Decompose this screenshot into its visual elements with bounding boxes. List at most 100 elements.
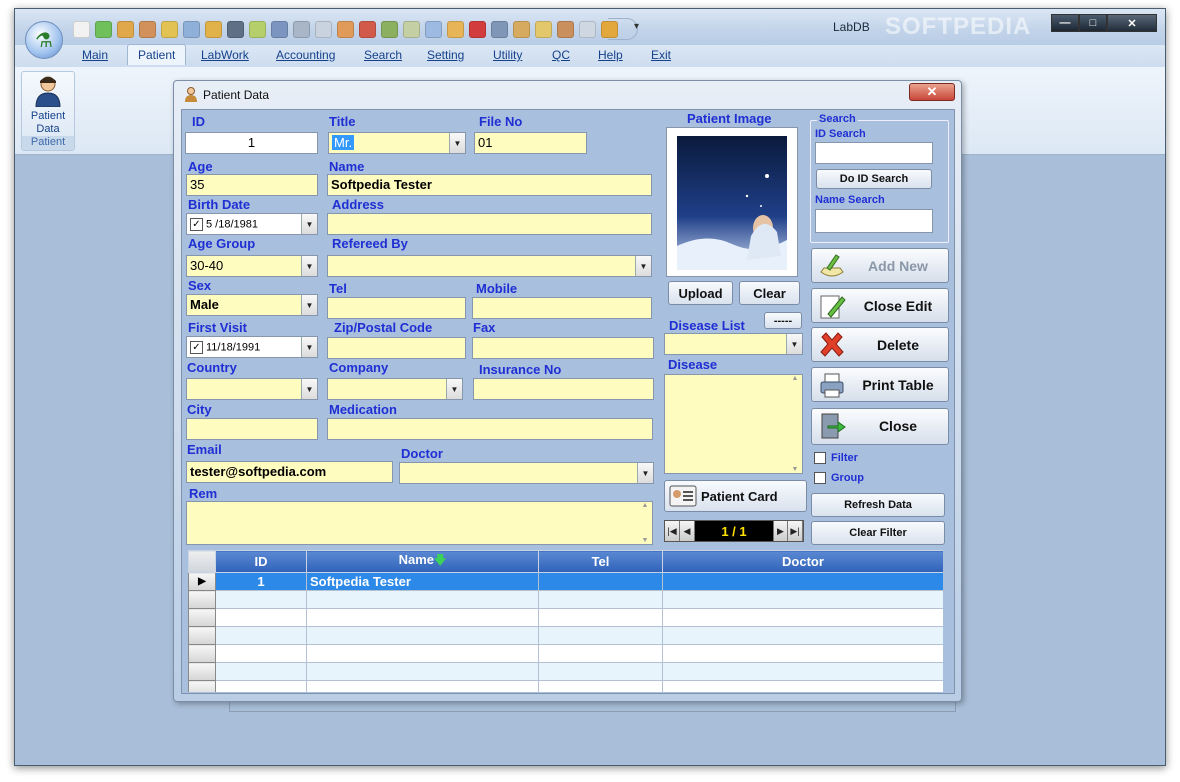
cell-doctor[interactable] <box>662 572 943 591</box>
mobile-field[interactable] <box>472 297 652 319</box>
users-icon[interactable] <box>557 20 574 38</box>
do-id-search-button[interactable]: Do ID Search <box>816 169 932 189</box>
name-field[interactable]: Softpedia Tester <box>327 174 652 196</box>
disease-list-select[interactable]: ▼ <box>664 333 803 355</box>
maximize-button[interactable]: □ <box>1079 14 1107 32</box>
title-select[interactable]: Mr. ▼ <box>328 132 466 154</box>
page-icon[interactable] <box>73 20 90 38</box>
flask-icon[interactable] <box>249 20 266 38</box>
person-icon[interactable] <box>139 20 156 38</box>
doctor-select[interactable]: ▼ <box>399 462 654 484</box>
menu-accounting[interactable]: Accounting <box>276 48 335 62</box>
id-card-icon[interactable] <box>315 20 332 38</box>
menu-exit[interactable]: Exit <box>651 48 671 62</box>
menu-help[interactable]: Help <box>598 48 623 62</box>
birth-date-picker[interactable]: ✓ 5 /18/1981 ▼ <box>186 213 318 235</box>
sex-select[interactable]: Male ▼ <box>186 294 318 316</box>
first-visit-checkbox[interactable]: ✓ <box>190 341 203 354</box>
birth-date-checkbox[interactable]: ✓ <box>190 218 203 231</box>
menu-labwork[interactable]: LabWork <box>201 48 249 62</box>
chevron-down-icon[interactable]: ▼ <box>301 295 317 315</box>
patient-card-button[interactable]: Patient Card <box>664 480 807 512</box>
chevron-down-icon[interactable]: ▼ <box>637 463 653 483</box>
scroll-down-icon[interactable]: ▼ <box>642 537 649 544</box>
address-field[interactable] <box>327 213 652 235</box>
report-icon[interactable] <box>425 20 442 38</box>
dialog-close-button[interactable]: ✕ <box>909 83 955 101</box>
column-header-id[interactable]: ID <box>215 550 307 573</box>
disease-scrollbar[interactable]: ▲ ▼ <box>788 375 802 473</box>
id-field[interactable]: 1 <box>185 132 318 154</box>
table-row[interactable]: ▶ 1 Softpedia Tester <box>188 572 943 591</box>
column-header-tel[interactable]: Tel <box>538 550 663 573</box>
cell-id[interactable]: 1 <box>215 572 307 591</box>
minimize-button[interactable]: — <box>1051 14 1079 32</box>
zip-field[interactable] <box>327 337 466 359</box>
chemicals-icon[interactable] <box>161 20 178 38</box>
menu-patient[interactable]: Patient <box>127 44 187 65</box>
last-record-button[interactable]: ▶| <box>788 521 803 541</box>
disease-list-button[interactable]: ----- <box>764 312 802 329</box>
close-edit-button[interactable]: Close Edit <box>811 288 949 323</box>
menu-qc[interactable]: QC <box>552 48 570 62</box>
cell-name[interactable]: Softpedia Tester <box>306 572 539 591</box>
email-field[interactable]: tester@softpedia.com <box>186 461 393 483</box>
company-select[interactable]: ▼ <box>327 378 463 400</box>
tel-field[interactable] <box>327 297 466 319</box>
doctor-icon[interactable] <box>227 20 244 38</box>
chevron-down-icon[interactable]: ▼ <box>301 379 317 399</box>
disease-memo[interactable]: ▲ ▼ <box>664 374 803 474</box>
filter-checkbox[interactable] <box>814 452 826 465</box>
patient-data-button[interactable] <box>34 75 62 108</box>
clear-image-button[interactable]: Clear <box>739 281 800 305</box>
scroll-down-icon[interactable]: ▼ <box>792 466 799 473</box>
people-icon[interactable] <box>117 20 134 38</box>
fork-icon[interactable] <box>403 20 420 38</box>
patient-data-label[interactable]: Patient Data <box>22 110 74 136</box>
menu-utility[interactable]: Utility <box>493 48 522 62</box>
print-table-button[interactable]: Print Table <box>811 367 949 402</box>
upload-button[interactable]: Upload <box>668 281 733 305</box>
first-record-button[interactable]: |◀ <box>665 521 680 541</box>
group-checkbox[interactable] <box>814 472 826 485</box>
add-new-button[interactable]: Add New <box>811 248 949 283</box>
app-menu-orb[interactable]: ⚗ <box>25 21 63 59</box>
rem-memo[interactable]: ▲ ▼ <box>186 501 653 545</box>
key-icon[interactable] <box>535 20 552 38</box>
country-select[interactable]: ▼ <box>186 378 318 400</box>
prev-record-button[interactable]: ◀ <box>680 521 695 541</box>
chevron-down-icon[interactable]: ▼ <box>446 379 462 399</box>
settings-icon[interactable] <box>293 20 310 38</box>
refresh-data-button[interactable]: Refresh Data <box>811 493 945 517</box>
id-search-input[interactable] <box>815 142 933 164</box>
doc-icon[interactable] <box>183 20 200 38</box>
email-icon[interactable] <box>447 20 464 38</box>
truck-icon[interactable] <box>381 20 398 38</box>
notepad-icon[interactable] <box>337 20 354 38</box>
first-visit-picker[interactable]: ✓ 11/18/1991 ▼ <box>186 336 318 358</box>
column-header-doctor[interactable]: Doctor <box>662 550 943 573</box>
edit-icon[interactable] <box>579 20 596 38</box>
chevron-down-icon[interactable]: ▼ <box>635 256 651 276</box>
group-checkbox-row[interactable]: Group <box>814 472 864 485</box>
flask-icon[interactable] <box>95 20 112 38</box>
clear-filter-button[interactable]: Clear Filter <box>811 521 945 545</box>
close-button[interactable]: Close <box>811 408 949 445</box>
monitor-icon[interactable] <box>491 20 508 38</box>
cell-tel[interactable] <box>538 572 663 591</box>
lab-icon[interactable] <box>359 20 376 38</box>
scroll-up-icon[interactable]: ▲ <box>642 502 649 509</box>
filter-checkbox-row[interactable]: Filter <box>814 452 858 465</box>
close-window-button[interactable]: ✕ <box>1107 14 1157 32</box>
menu-setting[interactable]: Setting <box>427 48 464 62</box>
age-group-select[interactable]: 30-40 ▼ <box>186 255 318 277</box>
chevron-down-icon[interactable]: ▼ <box>301 337 317 357</box>
group-icon[interactable] <box>513 20 530 38</box>
insurance-no-field[interactable] <box>473 378 654 400</box>
folder-icon[interactable] <box>205 20 222 38</box>
chevron-down-icon[interactable]: ▼ <box>301 256 317 276</box>
chevron-down-icon[interactable]: ▼ <box>301 214 317 234</box>
rem-scrollbar[interactable]: ▲ ▼ <box>638 502 652 544</box>
scroll-up-icon[interactable]: ▲ <box>792 375 799 382</box>
chevron-down-icon[interactable]: ▼ <box>449 133 465 153</box>
